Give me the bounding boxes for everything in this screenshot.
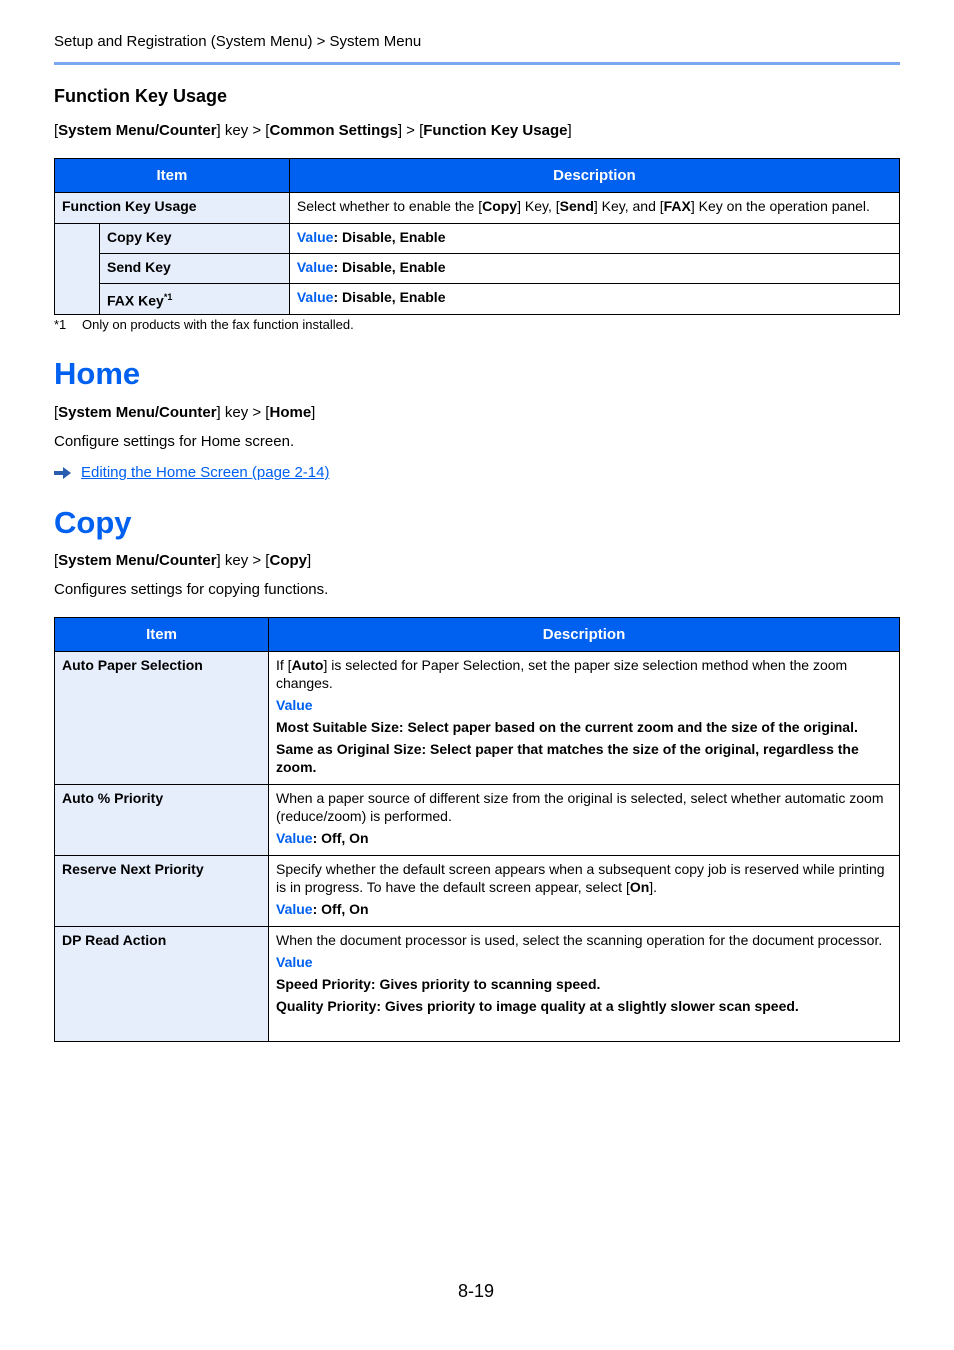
description-cell: If [Auto] is selected for Paper Selectio… (268, 651, 900, 785)
table-row: Send Key Value: Disable, Enable (55, 253, 901, 284)
footnote: *1 Only on products with the fax function… (54, 317, 354, 332)
description-cell: Select whether to enable the [Copy] Key,… (288, 192, 901, 224)
copy-settings-table: Item Description Auto Paper Selection If … (54, 617, 900, 1042)
copy-menu-path: [System Menu/Counter] key > [Copy] (54, 552, 312, 569)
value-line: Value (276, 697, 313, 713)
fku-menu-path: [System Menu/Counter] key > [Common Sett… (54, 122, 572, 139)
item-cell: Send Key (99, 253, 290, 284)
item-cell: Auto % Priority (54, 784, 269, 856)
editing-home-screen-link[interactable]: Editing the Home Screen (page 2-14) (81, 464, 329, 481)
header-rule (54, 62, 900, 65)
description-cell: When a paper source of different size fr… (268, 784, 900, 856)
copy-description: Configures settings for copying function… (54, 581, 329, 598)
value-cell: Value: Disable, Enable (288, 253, 901, 284)
table-row: DP Read Action When the document processo… (54, 926, 900, 1042)
item-cell: DP Read Action (54, 926, 269, 1042)
value-option: Same as Original Size: Select paper that… (276, 741, 859, 775)
value-line: Value: Off, On (276, 830, 369, 846)
value-option: Speed Priority: Gives priority to scanni… (276, 976, 601, 992)
item-cell: Copy Key (99, 223, 290, 254)
item-cell: Auto Paper Selection (54, 651, 269, 785)
value-line: Value: Off, On (276, 901, 369, 917)
table-header: Item Description (54, 617, 900, 652)
value-option: Quality Priority: Gives priority to imag… (276, 998, 799, 1014)
value-cell: Value: Disable, Enable (288, 223, 901, 254)
table-header: Item Description (54, 158, 901, 193)
page-number: 8-19 (458, 1281, 495, 1301)
header-description: Description (288, 158, 901, 193)
header-description: Description (268, 617, 900, 652)
item-cell: FAX Key*1 (99, 283, 290, 315)
table-row: Auto % Priority When a paper source of di… (54, 784, 900, 856)
header-item: Item (54, 158, 290, 193)
home-link-row: Editing the Home Screen (page 2-14) (54, 464, 329, 481)
section-title-function-key-usage: Function Key Usage (54, 86, 228, 106)
section-title-copy: Copy (54, 505, 132, 540)
table-row: Function Key Usage Select whether to ena… (54, 192, 901, 224)
value-cell: Value: Disable, Enable (288, 283, 901, 315)
right-arrow-icon (54, 466, 71, 479)
description-cell: Specify whether the default screen appea… (268, 855, 900, 927)
value-line: Value (276, 954, 313, 970)
footnote-ref: *1 (163, 292, 173, 302)
table-row: Copy Key Value: Disable, Enable (54, 223, 901, 315)
section-title-home: Home (54, 356, 141, 391)
indent-cell (54, 223, 100, 315)
table-row: Reserve Next Priority Specify whether the… (54, 855, 900, 927)
home-description: Configure settings for Home screen. (54, 433, 295, 450)
value-option: Most Suitable Size: Select paper based o… (276, 719, 858, 735)
item-cell: Reserve Next Priority (54, 855, 269, 927)
description-cell: When the document processor is used, sel… (268, 926, 900, 1042)
table-row: Auto Paper Selection If [Auto] is selecte… (54, 651, 900, 785)
breadcrumb: Setup and Registration (System Menu) > S… (54, 33, 422, 50)
function-key-usage-table: Item Description Function Key Usage Sele… (54, 158, 901, 315)
header-item: Item (54, 617, 269, 652)
item-cell: Function Key Usage (54, 192, 290, 224)
table-row: FAX Key*1 Value: Disable, Enable (55, 283, 901, 315)
home-menu-path: [System Menu/Counter] key > [Home] (54, 404, 316, 421)
